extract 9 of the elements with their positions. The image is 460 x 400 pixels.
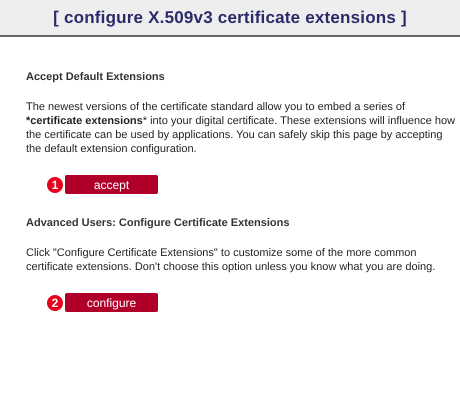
step-number: 1: [47, 176, 63, 192]
section-heading: Advanced Users: Configure Certificate Extensions: [26, 216, 290, 230]
page-title: [ configure X.509v3 certificate extensions ]: [53, 6, 407, 29]
section-description: Click "Configure Certificate Extensions" to customize some of the more common certificate extensions. Don't choose this option unless you know what you are doing.: [26, 246, 436, 274]
accept-button[interactable]: accept: [65, 175, 158, 194]
section-heading: Accept Default Extensions: [26, 70, 166, 84]
step-number: 2: [47, 294, 63, 310]
section-description: The newest versions of the certificate standard allow you to embed a series of *certificate extensions* into your digital certificate. These extensions will influence how the certificate can be used by applications. You can safely skip this page by accepting the default extension configuration.: [26, 100, 456, 156]
configure-button[interactable]: configure: [65, 293, 158, 312]
